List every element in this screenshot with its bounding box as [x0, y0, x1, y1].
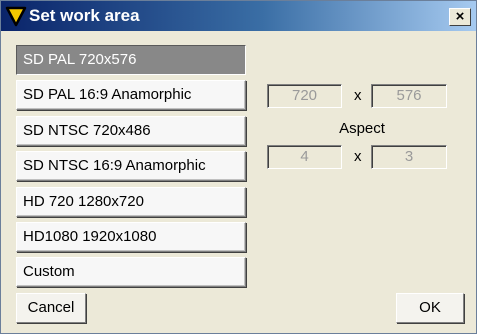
close-button[interactable]: × — [449, 8, 471, 26]
app-logo-icon — [5, 6, 27, 27]
preset-sd-ntsc[interactable]: SD NTSC 720x486 — [16, 116, 246, 146]
cancel-button[interactable]: Cancel — [16, 293, 86, 323]
close-icon: × — [455, 8, 465, 25]
width-field[interactable]: 720 — [267, 84, 342, 108]
preset-hd-1080[interactable]: HD1080 1920x1080 — [16, 222, 246, 252]
ok-button[interactable]: OK — [396, 293, 464, 323]
dimension-separator: x — [354, 87, 362, 104]
aspect-label: Aspect — [339, 120, 385, 137]
preset-hd-720[interactable]: HD 720 1280x720 — [16, 187, 246, 217]
preset-sd-ntsc-anamorphic[interactable]: SD NTSC 16:9 Anamorphic — [16, 151, 246, 181]
aspect-separator: x — [354, 148, 362, 165]
aspect-height-field[interactable]: 3 — [371, 145, 447, 169]
preset-sd-pal[interactable]: SD PAL 720x576 — [16, 45, 246, 75]
aspect-width-field[interactable]: 4 — [267, 145, 342, 169]
height-field[interactable]: 576 — [371, 84, 447, 108]
dialog-title: Set work area — [29, 6, 140, 25]
preset-sd-pal-anamorphic[interactable]: SD PAL 16:9 Anamorphic — [16, 80, 246, 110]
set-work-area-dialog: Set work area × SD PAL 720x576 SD PAL 16… — [0, 0, 477, 334]
title-bar[interactable]: Set work area × — [1, 1, 476, 31]
preset-custom[interactable]: Custom — [16, 257, 246, 287]
